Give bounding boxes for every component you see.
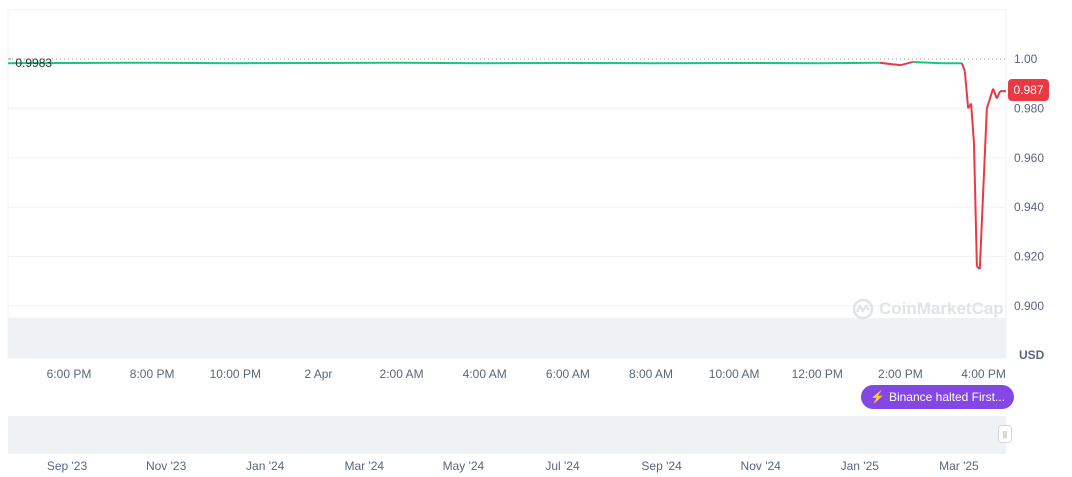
currency-label: USD — [1019, 348, 1045, 362]
x-tick-label: 2 Apr — [304, 367, 332, 381]
event-annotation[interactable]: ⚡ Binance halted First... — [861, 385, 1015, 409]
y-tick-label: 0.940 — [1014, 200, 1044, 214]
price-line-segment — [970, 103, 975, 144]
x-tick-label: 4:00 AM — [463, 367, 507, 381]
navigator-label: May '24 — [443, 459, 485, 473]
price-line-segment — [985, 88, 995, 109]
x-tick-label: 4:00 PM — [961, 367, 1006, 381]
navigator-label: Nov '24 — [741, 459, 782, 473]
y-tick-label: 0.920 — [1014, 250, 1044, 264]
price-line-segment — [963, 71, 970, 109]
cmc-logo-icon — [852, 298, 874, 320]
y-tick-label: 0.960 — [1014, 151, 1044, 165]
navigator-label: Nov '23 — [146, 459, 187, 473]
y-tick-label: 0.900 — [1014, 299, 1044, 313]
navigator-label: Jul '24 — [545, 459, 580, 473]
x-tick-label: 6:00 AM — [546, 367, 590, 381]
current-price-badge: 0.987 — [1008, 79, 1049, 101]
x-tick-label: 6:00 PM — [47, 367, 92, 381]
price-line-segment — [995, 90, 1002, 99]
x-tick-label: 10:00 PM — [210, 367, 261, 381]
x-tick-label: 8:00 AM — [629, 367, 673, 381]
coinmarketcap-watermark: CoinMarketCap — [852, 298, 1004, 320]
price-line-segment — [992, 88, 998, 99]
price-line-segment — [879, 61, 901, 67]
navigator[interactable] — [8, 416, 1006, 454]
x-tick-label: 12:00 PM — [792, 367, 843, 381]
navigator-label: Sep '23 — [47, 459, 88, 473]
navigator-label: Mar '25 — [939, 459, 979, 473]
navigator-handle[interactable]: || — [998, 425, 1012, 443]
y-tick-label: 0.980 — [1014, 101, 1044, 115]
x-tick-label: 2:00 AM — [380, 367, 424, 381]
price-line-segment — [912, 60, 943, 65]
lightning-icon: ⚡ — [870, 390, 885, 404]
reference-price-label: ˈ 0.9983 — [8, 56, 53, 70]
price-line-segment — [900, 60, 914, 67]
navigator-label: Jan '25 — [841, 459, 880, 473]
y-tick-label: 1.00 — [1014, 52, 1038, 66]
navigator-label: Sep '24 — [641, 459, 682, 473]
price-line-segment — [978, 108, 988, 269]
navigator-label: Jan '24 — [246, 459, 285, 473]
x-tick-label: 10:00 AM — [709, 367, 760, 381]
volume-area — [8, 318, 1006, 358]
x-tick-label: 8:00 PM — [130, 367, 175, 381]
x-tick-label: 2:00 PM — [878, 367, 923, 381]
price-line-segment — [972, 142, 978, 267]
navigator-label: Mar '24 — [344, 459, 384, 473]
price-line-segment — [960, 62, 966, 72]
